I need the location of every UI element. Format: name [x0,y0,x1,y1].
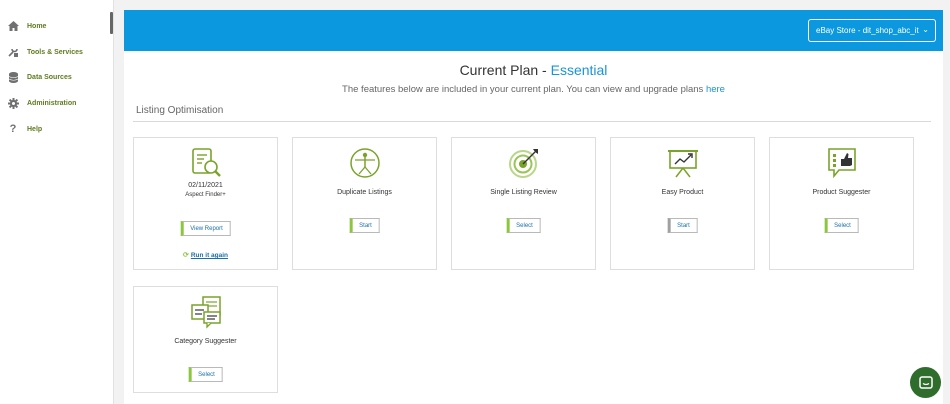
feature-card-easy-product: Easy Product Start [610,137,755,270]
view-report-button[interactable]: View Report [180,221,231,236]
page-title: Current Plan - Essential [124,62,943,78]
card-title: Product Suggester [812,189,871,196]
sidebar-item-tools-services[interactable]: Tools & Services [7,44,83,60]
vitruvian-icon [349,148,380,178]
feature-card-single-listing-review: Single Listing Review Select [451,137,596,270]
start-button[interactable]: Start [349,218,380,233]
feature-card-category-suggester: Category Suggester Select [133,286,278,393]
feature-card-aspect-finder: 02/11/2021 Aspect Finder+ View Report ⟳ R… [133,137,278,270]
presentation-icon [667,150,698,178]
sidebar-item-label: Home [27,22,47,30]
refresh-icon: ⟳ [182,252,189,259]
sidebar-item-data-sources[interactable]: Data Sources [7,69,72,85]
sidebar-item-home[interactable]: Home [7,18,46,34]
card-subtitle: Aspect Finder+ [185,192,226,198]
chat-button[interactable] [910,367,941,398]
sidebar-scrollbar[interactable] [110,12,113,34]
chat-icon [918,375,933,389]
plan-title-prefix: Current Plan - [459,62,551,78]
feature-card-product-suggester: Product Suggester Select [769,137,914,270]
database-icon [7,71,19,83]
upgrade-plans-link[interactable]: here [706,84,725,95]
card-date: 02/11/2021 [188,182,223,189]
question-icon: ? [9,123,17,135]
sidebar-item-label: Administration [27,99,77,107]
section-title: Listing Optimisation [136,105,224,116]
header-banner: eBay Store - dit_shop_abc_it ⌄ [124,10,943,51]
section-divider [133,121,931,122]
card-title: Duplicate Listings [337,189,392,196]
sidebar-item-label: Tools & Services [27,48,83,56]
wrench-icon [7,46,19,58]
home-icon [7,20,19,32]
target-icon [508,149,538,178]
sidebar: Home Tools & Services Data Sources Admin… [0,0,114,404]
plan-subtitle-text: The features below are included in your … [342,84,706,95]
plan-subtitle: The features below are included in your … [124,84,943,95]
chevron-down-icon: ⌄ [922,25,929,34]
run-again-link[interactable]: ⟳ Run it again [134,251,277,259]
thumbs-up-checklist-icon [827,148,856,179]
card-title: Single Listing Review [490,189,557,196]
select-button[interactable]: Select [824,218,859,233]
feature-card-duplicate-listings: Duplicate Listings Start [292,137,437,270]
report-search-icon [191,148,221,177]
sidebar-item-label: Help [27,125,43,133]
gear-icon [7,97,19,109]
sidebar-item-label: Data Sources [27,73,72,81]
main-panel: eBay Store - dit_shop_abc_it ⌄ Current P… [124,10,943,404]
select-button[interactable]: Select [506,218,541,233]
sidebar-item-administration[interactable]: Administration [7,95,76,111]
run-again-label: Run it again [190,252,229,259]
start-button[interactable]: Start [667,218,698,233]
documents-chat-icon [190,296,221,329]
card-title: Easy Product [661,189,704,196]
store-select[interactable]: eBay Store - dit_shop_abc_it ⌄ [808,19,936,42]
sidebar-item-help[interactable]: ? Help [7,121,43,137]
card-title: Category Suggester [174,338,237,345]
plan-name: Essential [550,62,608,78]
select-button[interactable]: Select [188,367,223,382]
store-select-value: eBay Store - dit_shop_abc_it [816,26,919,35]
